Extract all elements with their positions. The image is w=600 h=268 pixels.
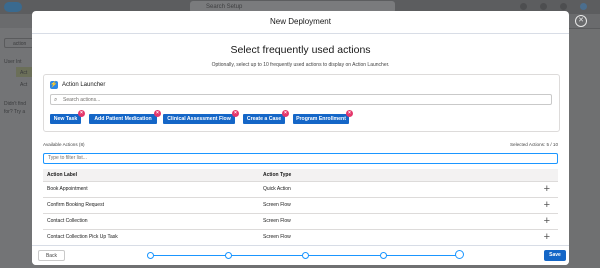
help-icon[interactable] (520, 3, 527, 10)
action-launcher-panel: ⚡ Action Launcher ⌕ Search actions... Ne… (43, 74, 560, 132)
remove-chip-icon[interactable]: × (232, 110, 239, 117)
modal-footer: Back Save (32, 245, 569, 265)
page-headline: Select frequently used actions (230, 44, 371, 56)
search-icon: ⌕ (54, 97, 58, 103)
actions-table: Action Label Action Type Book Appointmen… (43, 169, 558, 246)
column-header-action-label[interactable]: Action Label (47, 169, 77, 181)
remove-chip-icon[interactable]: × (78, 110, 85, 117)
action-launcher-title: Action Launcher (62, 82, 106, 88)
progress-step-4[interactable] (380, 252, 387, 259)
add-action-icon[interactable]: + (544, 230, 550, 245)
action-label-cell: Contact Collection (47, 218, 88, 224)
lightning-icon: ⚡ (50, 81, 58, 89)
table-row: Confirm Booking Request Screen Flow + (43, 198, 558, 214)
table-row: Contact Collection Screen Flow + (43, 214, 558, 230)
close-modal-icon[interactable]: ✕ (575, 15, 587, 27)
action-label-cell: Contact Collection Pick Up Task (47, 234, 118, 240)
notifications-icon[interactable] (560, 3, 567, 10)
action-type-cell: Screen Flow (263, 234, 291, 240)
progress-step-2[interactable] (225, 252, 232, 259)
sidebar-item-action-2[interactable]: Act (20, 81, 27, 89)
selected-action-chip[interactable]: New Task × (50, 110, 85, 124)
remove-chip-icon[interactable]: × (154, 110, 161, 117)
selected-action-chip[interactable]: Clinical Assessment Flow × (163, 110, 239, 124)
selected-action-chip[interactable]: Create a Case × (243, 110, 289, 124)
back-button[interactable]: Back (38, 250, 65, 261)
progress-step-5-current[interactable] (455, 250, 464, 259)
chip-label: Create a Case (246, 116, 282, 122)
add-action-icon[interactable]: + (544, 214, 550, 229)
selected-action-chip[interactable]: Add Patient Medication × (89, 110, 161, 124)
action-type-cell: Quick Action (263, 186, 291, 192)
available-actions-label: Available Actions (8) (43, 142, 85, 147)
chip-label: New Task (53, 116, 78, 122)
sidebar-item-action[interactable]: Act (20, 69, 27, 77)
action-type-cell: Screen Flow (263, 218, 291, 224)
action-label-cell: Confirm Booking Request (47, 202, 104, 208)
setup-gear-icon[interactable] (540, 3, 547, 10)
selected-action-chip[interactable]: Program Enrollment × (293, 110, 353, 124)
column-header-action-type[interactable]: Action Type (263, 169, 291, 181)
table-row: Contact Collection Pick Up Task Screen F… (43, 230, 558, 246)
sidebar-hint-text-2: for? Try a (4, 109, 26, 115)
page-subtext: Optionally, select up to 10 frequently u… (211, 62, 390, 68)
chip-label: Program Enrollment (296, 116, 346, 122)
progress-step-3[interactable] (302, 252, 309, 259)
table-header: Action Label Action Type (43, 169, 558, 182)
add-action-icon[interactable]: + (544, 182, 550, 197)
action-search-placeholder: Search actions... (63, 97, 101, 103)
selected-actions-count: Selected Actions: 5 / 10 (509, 142, 558, 147)
remove-chip-icon[interactable]: × (346, 110, 353, 117)
action-search-input[interactable]: ⌕ Search actions... (50, 94, 552, 105)
progress-step-1[interactable] (147, 252, 154, 259)
save-button[interactable]: Save (544, 250, 566, 261)
avatar[interactable] (580, 3, 587, 10)
modal-title: New Deployment (32, 11, 569, 34)
sidebar-item-user-interface[interactable]: User Int (4, 58, 22, 66)
salesforce-logo (4, 2, 22, 12)
filter-list-input[interactable]: Type to filter list... (43, 153, 558, 164)
add-action-icon[interactable]: + (544, 198, 550, 213)
table-row: Book Appointment Quick Action + (43, 182, 558, 198)
remove-chip-icon[interactable]: × (282, 110, 289, 117)
chip-label: Clinical Assessment Flow (167, 116, 231, 122)
chip-label: Add Patient Medication (94, 116, 152, 122)
sidebar-hint-text: Didn't find (4, 101, 27, 107)
action-label-cell: Book Appointment (47, 186, 88, 192)
new-deployment-modal: New Deployment Select frequently used ac… (32, 11, 569, 265)
action-type-cell: Screen Flow (263, 202, 291, 208)
